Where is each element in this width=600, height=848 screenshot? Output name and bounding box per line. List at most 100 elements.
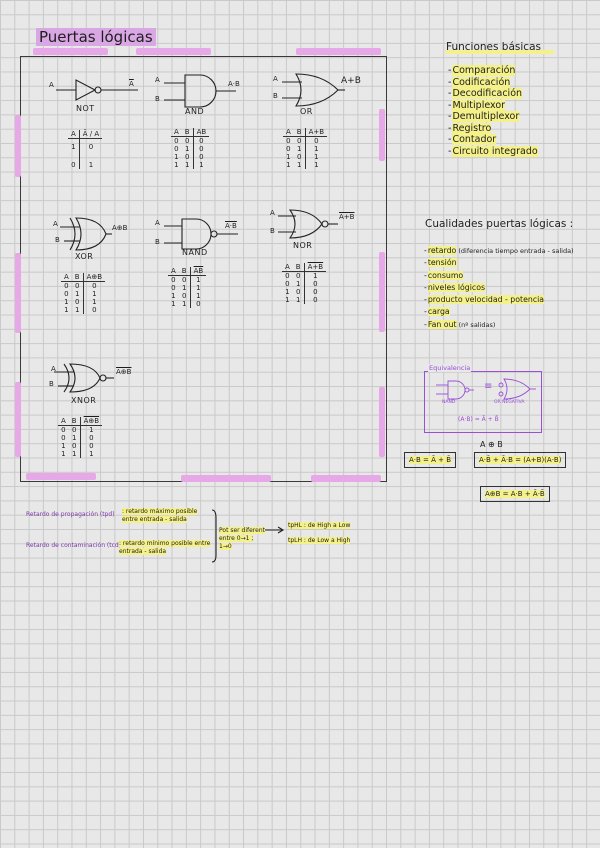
nor-input-a: A: [270, 209, 275, 217]
xor-identity-title: A ⊕ B: [480, 440, 503, 449]
tt-cell: 0: [181, 136, 194, 145]
and-output-label: A·B: [228, 80, 240, 88]
quality-main: tensión: [427, 258, 457, 268]
tt-cell: 0: [313, 280, 318, 288]
tt-cell: 1: [171, 300, 176, 308]
nand-gate-label: NAND: [182, 248, 208, 257]
tplh-text: tpLH : de Low a High: [288, 537, 351, 544]
xnor-identity-box: A⊕B = A·B + Ā·B̄: [480, 486, 550, 502]
tt-cell: 1: [181, 145, 194, 153]
tt-cell: 0: [313, 288, 318, 296]
not-truth-table: AĀ / A 10 01: [68, 130, 103, 169]
tt-cell: 1: [171, 292, 176, 300]
xor-output-label: A⊕B: [112, 224, 128, 232]
quality-extra: (nº salidas): [456, 320, 496, 329]
tt-cell: 1: [199, 161, 204, 169]
and-gate-icon: [164, 74, 236, 108]
tt-cell: 1: [314, 145, 319, 153]
tt-header: A: [282, 263, 293, 272]
or-gate-label: OR: [300, 107, 313, 116]
tt-cell: 0: [285, 272, 290, 280]
list-item: -Fan out (nº salidas): [424, 319, 496, 329]
nand-truth-table: A B AB 001 011 101 110: [168, 267, 207, 308]
tt-cell: 0: [92, 306, 97, 314]
tt-cell: 1: [64, 298, 69, 306]
quality-main: carga: [427, 307, 450, 317]
tplh-note: tpLH : de Low a High: [288, 537, 351, 545]
tpd-label: Retardo de propagación (tpd): [26, 511, 115, 518]
tt-header: AB: [190, 267, 207, 276]
tt-cell: 1: [174, 161, 179, 169]
basic-functions-title-text: Funciones básicas: [446, 41, 541, 53]
equivalence-sign: ≡: [484, 381, 493, 392]
tt-cell: 0: [313, 296, 318, 304]
tt-cell: 1: [292, 280, 305, 288]
list-item: -producto velocidad - potencia: [424, 295, 545, 305]
or-output-label: A+B: [341, 76, 361, 86]
tt-header: A+B: [304, 263, 327, 272]
tt-cell: 1: [286, 153, 291, 161]
tt-header: B: [293, 128, 306, 137]
xor-input-b: B: [55, 236, 60, 244]
tt-cell: 1: [71, 290, 84, 298]
tt-cell: 1: [68, 138, 80, 151]
tt-cell: 0: [314, 137, 319, 145]
tt-cell: 0: [71, 281, 84, 290]
or-input-a: A: [273, 75, 278, 83]
xor-identity-text: A·B̄ + Ā·B = (A+B)(A·B): [479, 456, 562, 464]
tt-cell: 0: [174, 137, 179, 145]
quality-extra: (diferencia tiempo entrada - salida): [456, 247, 574, 255]
list-item: -Multiplexor: [448, 99, 506, 111]
nand-identity-box: A·B = Ā + B̄: [404, 452, 457, 468]
or-gate-icon: [282, 73, 345, 107]
tt-cell: 0: [61, 426, 66, 434]
tt-header: AB: [193, 128, 210, 137]
basic-functions-title: Funciones básicas: [446, 41, 554, 54]
list-item-text: Comparación: [452, 65, 516, 76]
xnor-truth-table: A B A⊕B 001 010 100 111: [58, 417, 103, 458]
tt-cell: 0: [92, 282, 97, 290]
tt-cell: 1: [181, 161, 194, 169]
tt-cell: 0: [292, 288, 305, 296]
qualities-list: -retardo (diferencia tiempo entrada - sa…: [424, 245, 574, 331]
basic-functions-list: -Comparación -Codificación -Decodificaci…: [448, 65, 538, 157]
tt-cell: 0: [61, 434, 66, 442]
tt-cell: 1: [286, 161, 291, 169]
nor-truth-table: A B A+B 001 010 100 110: [282, 263, 327, 304]
nor-gate-label: NOR: [293, 241, 313, 250]
nand-identity-text: A·B = Ā + B̄: [409, 456, 452, 464]
quality-main: niveles lógicos: [427, 282, 486, 292]
or-negativa-mini-label: OR NEGATIVA: [494, 400, 525, 405]
tt-cell: 1: [293, 145, 306, 153]
delay-middle-note: Pot ser diferent entre 0→1 ; 1→0: [219, 527, 265, 551]
tpd-text-content: : retardo máximo posible entre entrada -…: [122, 508, 198, 523]
tt-cell: 1: [178, 300, 191, 308]
tt-cell: 0: [171, 276, 176, 284]
not-input-label: A: [49, 81, 54, 89]
tt-header: A: [168, 267, 179, 276]
tt-cell: 1: [196, 276, 201, 284]
or-truth-table: A B A+B 000 011 101 111: [283, 128, 328, 169]
tt-header: B: [292, 263, 305, 272]
list-item-text: Codificación: [452, 76, 511, 88]
tt-cell: 1: [89, 450, 94, 458]
nand-output-label: A·B: [225, 222, 237, 230]
list-item-text: Decodificación: [452, 88, 523, 99]
tt-cell: 1: [178, 284, 191, 292]
tt-cell: 0: [88, 143, 94, 151]
tt-cell: 1: [285, 288, 290, 296]
delay-middle-text: Pot ser diferent entre 0→1 ; 1→0: [219, 527, 265, 550]
tt-header: A: [171, 128, 182, 137]
tt-header: A: [58, 417, 69, 426]
list-item: -carga: [424, 307, 450, 317]
tt-cell: 1: [61, 450, 66, 458]
nand-input-a: A: [155, 219, 160, 227]
tt-header: A⊕B: [83, 273, 106, 282]
xnor-gate-icon: [54, 363, 114, 393]
tt-cell: 1: [285, 296, 290, 304]
xnor-identity-text: A⊕B = A·B + Ā·B̄: [485, 490, 545, 498]
xnor-input-b: B: [49, 380, 54, 388]
tphl-note: tpHL : de High a Low: [288, 522, 351, 530]
tt-cell: 0: [292, 271, 305, 280]
not-output-label: Ā: [129, 80, 134, 88]
